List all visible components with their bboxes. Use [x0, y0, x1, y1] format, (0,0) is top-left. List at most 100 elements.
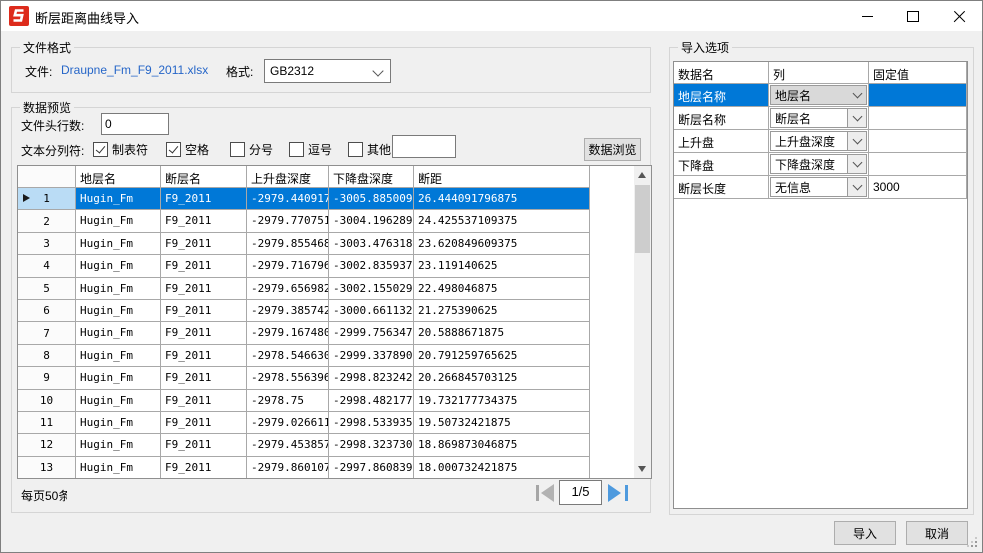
- close-button[interactable]: [936, 1, 982, 31]
- grid-cell[interactable]: F9_2011: [161, 210, 247, 233]
- grid-corner-cell[interactable]: [18, 166, 76, 188]
- grid-cell[interactable]: Hugin_Fm: [76, 411, 161, 435]
- grid-cell[interactable]: -2998.482177...: [329, 389, 414, 412]
- row-header-cell[interactable]: 12: [18, 434, 76, 457]
- grid-cell[interactable]: -2978.546630...: [247, 344, 329, 368]
- delimiter-option[interactable]: 分号: [230, 141, 273, 158]
- grid-cell[interactable]: F9_2011: [161, 344, 247, 368]
- checkbox-checked-icon[interactable]: [166, 142, 181, 157]
- grid-cell[interactable]: 22.498046875: [414, 277, 590, 300]
- grid-cell[interactable]: F9_2011: [161, 456, 247, 478]
- column-select[interactable]: 无信息: [770, 177, 867, 197]
- option-fixed-cell[interactable]: 3000: [869, 176, 967, 199]
- dropdown-button[interactable]: [847, 109, 866, 127]
- grid-cell[interactable]: Hugin_Fm: [76, 188, 161, 211]
- grid-cell[interactable]: -2998.323730...: [329, 434, 414, 457]
- grid-cell[interactable]: -2979.453857...: [247, 434, 329, 457]
- grid-cell[interactable]: F9_2011: [161, 277, 247, 300]
- row-header-cell[interactable]: 9: [18, 367, 76, 390]
- grid-cell[interactable]: F9_2011: [161, 367, 247, 390]
- column-select[interactable]: 上升盘深度: [770, 131, 867, 151]
- grid-cell[interactable]: -2979.167480...: [247, 322, 329, 345]
- grid-cell[interactable]: 20.791259765625: [414, 344, 590, 368]
- table-row[interactable]: 5 Hugin_FmF9_2011-2979.656982...-3002.155…: [18, 277, 634, 300]
- table-row[interactable]: 8 Hugin_FmF9_2011-2978.546630...-2999.337…: [18, 344, 634, 368]
- grid-cell[interactable]: -2978.556396...: [247, 367, 329, 390]
- grid-cell[interactable]: -2979.385742...: [247, 299, 329, 323]
- option-name-cell[interactable]: 断层长度: [674, 176, 769, 199]
- vertical-scrollbar[interactable]: [634, 166, 651, 478]
- column-select[interactable]: 下降盘深度: [770, 154, 867, 174]
- cancel-button[interactable]: 取消: [906, 521, 968, 545]
- table-row[interactable]: 10 Hugin_FmF9_2011-2978.75-2998.482177...…: [18, 389, 634, 412]
- grid-cell[interactable]: Hugin_Fm: [76, 344, 161, 368]
- grid-cell[interactable]: -2978.75: [247, 389, 329, 412]
- dropdown-button[interactable]: [848, 86, 866, 104]
- grid-cell[interactable]: 24.425537109375: [414, 210, 590, 233]
- table-row[interactable]: 7 Hugin_FmF9_2011-2979.167480...-2999.756…: [18, 322, 634, 345]
- grid-cell[interactable]: -2999.337890625: [329, 344, 414, 368]
- delimiter-option[interactable]: 其他: [348, 141, 391, 158]
- maximize-button[interactable]: [890, 1, 936, 31]
- option-row[interactable]: 地层名称 地层名: [674, 84, 967, 107]
- row-header-cell[interactable]: 4: [18, 255, 76, 278]
- resize-grip[interactable]: [975, 545, 977, 547]
- grid-cell[interactable]: 20.5888671875: [414, 322, 590, 345]
- grid-cell[interactable]: -2979.656982...: [247, 277, 329, 300]
- grid-cell[interactable]: -3000.661132...: [329, 299, 414, 323]
- grid-cell[interactable]: -2997.860839...: [329, 456, 414, 478]
- option-column-cell[interactable]: 无信息: [769, 176, 869, 199]
- grid-column-header[interactable]: 上升盘深度: [247, 166, 329, 188]
- option-row[interactable]: 上升盘 上升盘深度: [674, 130, 967, 153]
- delimiter-option[interactable]: 逗号: [289, 141, 332, 158]
- row-header-cell[interactable]: 7: [18, 322, 76, 345]
- grid-cell[interactable]: F9_2011: [161, 434, 247, 457]
- grid-cell[interactable]: Hugin_Fm: [76, 255, 161, 278]
- row-header-cell[interactable]: 1: [18, 188, 76, 211]
- table-row[interactable]: 1 Hugin_FmF9_2011-2979.440917...-3005.885…: [18, 188, 634, 211]
- grid-cell[interactable]: -3005.885009...: [329, 188, 414, 211]
- grid-cell[interactable]: F9_2011: [161, 322, 247, 345]
- grid-cell[interactable]: F9_2011: [161, 188, 247, 211]
- grid-cell[interactable]: F9_2011: [161, 299, 247, 323]
- grid-cell[interactable]: 19.732177734375: [414, 389, 590, 412]
- checkbox-unchecked-icon[interactable]: [348, 142, 363, 157]
- grid-cell[interactable]: Hugin_Fm: [76, 299, 161, 323]
- option-row[interactable]: 断层名称 断层名: [674, 107, 967, 130]
- option-column-cell[interactable]: 下降盘深度: [769, 153, 869, 176]
- grid-cell[interactable]: -2979.440917...: [247, 188, 329, 211]
- grid-cell[interactable]: -2979.026611...: [247, 411, 329, 435]
- column-select[interactable]: 地层名: [770, 85, 867, 105]
- table-row[interactable]: 11 Hugin_FmF9_2011-2979.026611...-2998.53…: [18, 411, 634, 435]
- grid-cell[interactable]: -2979.85546875: [247, 232, 329, 256]
- row-header-cell[interactable]: 2: [18, 210, 76, 233]
- first-page-button[interactable]: [532, 482, 559, 505]
- table-row[interactable]: 12 Hugin_FmF9_2011-2979.453857...-2998.32…: [18, 434, 634, 457]
- grid-cell[interactable]: -2999.756347...: [329, 322, 414, 345]
- row-header-cell[interactable]: 3: [18, 232, 76, 256]
- next-page-button[interactable]: [606, 482, 633, 505]
- scroll-down-icon[interactable]: [638, 466, 646, 472]
- header-rows-input[interactable]: [101, 113, 169, 135]
- option-column-cell[interactable]: 上升盘深度: [769, 130, 869, 153]
- table-row[interactable]: 6 Hugin_FmF9_2011-2979.385742...-3000.661…: [18, 299, 634, 323]
- grid-cell[interactable]: Hugin_Fm: [76, 434, 161, 457]
- grid-column-header[interactable]: 地层名: [76, 166, 161, 188]
- minimize-button[interactable]: [844, 1, 890, 31]
- checkbox-checked-icon[interactable]: [93, 142, 108, 157]
- table-row[interactable]: 3 Hugin_FmF9_2011-2979.85546875-3003.4763…: [18, 232, 634, 256]
- table-row[interactable]: 2 Hugin_FmF9_2011-2979.770751...-3004.196…: [18, 210, 634, 233]
- other-delimiter-input[interactable]: [392, 135, 456, 158]
- grid-cell[interactable]: -2998.533935...: [329, 411, 414, 435]
- grid-cell[interactable]: Hugin_Fm: [76, 232, 161, 256]
- table-row[interactable]: 9 Hugin_FmF9_2011-2978.556396...-2998.823…: [18, 367, 634, 390]
- option-name-cell[interactable]: 上升盘: [674, 130, 769, 153]
- option-column-cell[interactable]: 断层名: [769, 107, 869, 130]
- dropdown-button[interactable]: [847, 132, 866, 150]
- row-header-cell[interactable]: 10: [18, 389, 76, 412]
- checkbox-unchecked-icon[interactable]: [230, 142, 245, 157]
- row-header-cell[interactable]: 11: [18, 411, 76, 435]
- row-header-cell[interactable]: 5: [18, 277, 76, 300]
- table-row[interactable]: 4 Hugin_FmF9_2011-2979.716796875-3002.835…: [18, 255, 634, 278]
- dropdown-button[interactable]: [847, 178, 866, 196]
